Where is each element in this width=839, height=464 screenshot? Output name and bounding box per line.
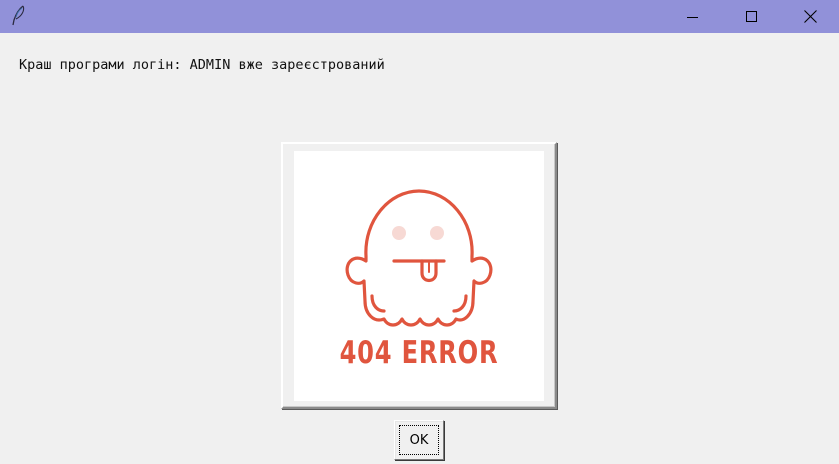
- ok-button-label: OK: [409, 432, 429, 448]
- close-button[interactable]: [781, 0, 839, 33]
- ok-button[interactable]: OK: [394, 420, 444, 460]
- error-dialog-window: Краш програми логін: ADMIN вже зареєстро…: [0, 0, 839, 464]
- minimize-icon: [687, 11, 699, 23]
- maximize-icon: [746, 10, 758, 23]
- error-image: 404 ERROR: [294, 151, 544, 401]
- close-icon: [803, 10, 817, 23]
- feather-icon: [8, 4, 28, 28]
- minimize-button[interactable]: [664, 0, 722, 33]
- error-image-frame: 404 ERROR: [281, 142, 557, 409]
- error-caption: 404 ERROR: [339, 335, 499, 371]
- error-message: Краш програми логін: ADMIN вже зареєстро…: [19, 57, 385, 73]
- title-bar[interactable]: [0, 0, 839, 33]
- maximize-button[interactable]: [723, 0, 781, 33]
